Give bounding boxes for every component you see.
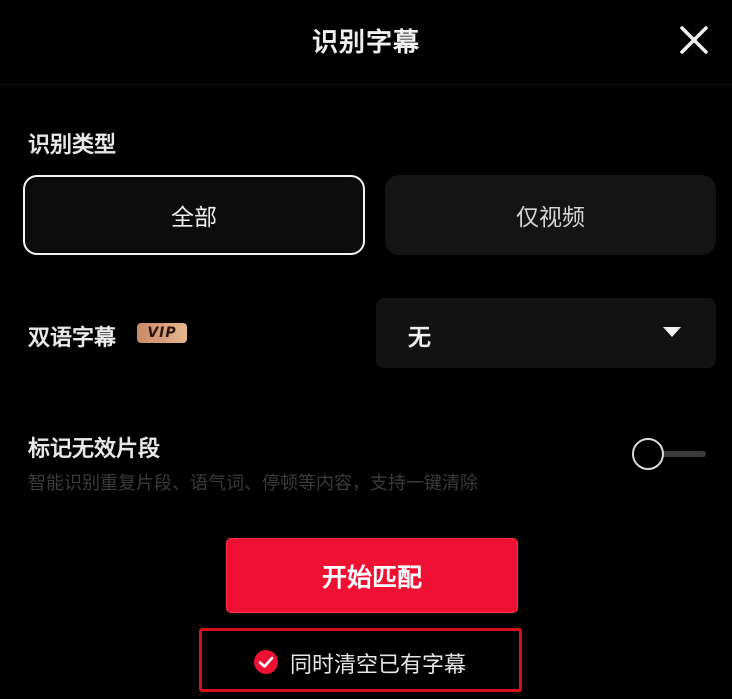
bilingual-subtitle-label: 双语字幕 (28, 326, 117, 351)
close-icon (680, 26, 708, 54)
bilingual-selected-value: 无 (408, 325, 431, 351)
caret-down-icon (663, 327, 681, 337)
start-matching-label: 开始匹配 (321, 562, 422, 592)
clear-existing-checkbox[interactable] (254, 650, 278, 674)
recognition-type-label: 识别类型 (28, 133, 117, 158)
mark-invalid-segments-toggle[interactable] (630, 436, 708, 472)
type-option-video-only-label: 仅视频 (516, 205, 585, 231)
type-option-all-label: 全部 (171, 205, 217, 231)
type-option-all[interactable]: 全部 (23, 175, 365, 255)
vip-badge-text: VIP (147, 325, 177, 341)
vip-badge: VIP (137, 323, 187, 343)
bilingual-language-dropdown[interactable]: 无 (376, 298, 716, 368)
mark-invalid-segments-label: 标记无效片段 (28, 437, 161, 462)
clear-existing-label[interactable]: 同时清空已有字幕 (290, 647, 466, 679)
dialog-title: 识别字幕 (311, 28, 420, 58)
toggle-knob (632, 438, 664, 470)
type-option-video-only[interactable]: 仅视频 (385, 175, 716, 255)
check-circle-icon (258, 656, 274, 668)
dialog-header: 识别字幕 (0, 0, 732, 85)
close-button[interactable] (676, 22, 712, 58)
start-matching-button[interactable]: 开始匹配 (227, 539, 517, 612)
mark-invalid-segments-description: 智能识别重复片段、语气词、停顿等内容，支持一键清除 (28, 473, 478, 494)
